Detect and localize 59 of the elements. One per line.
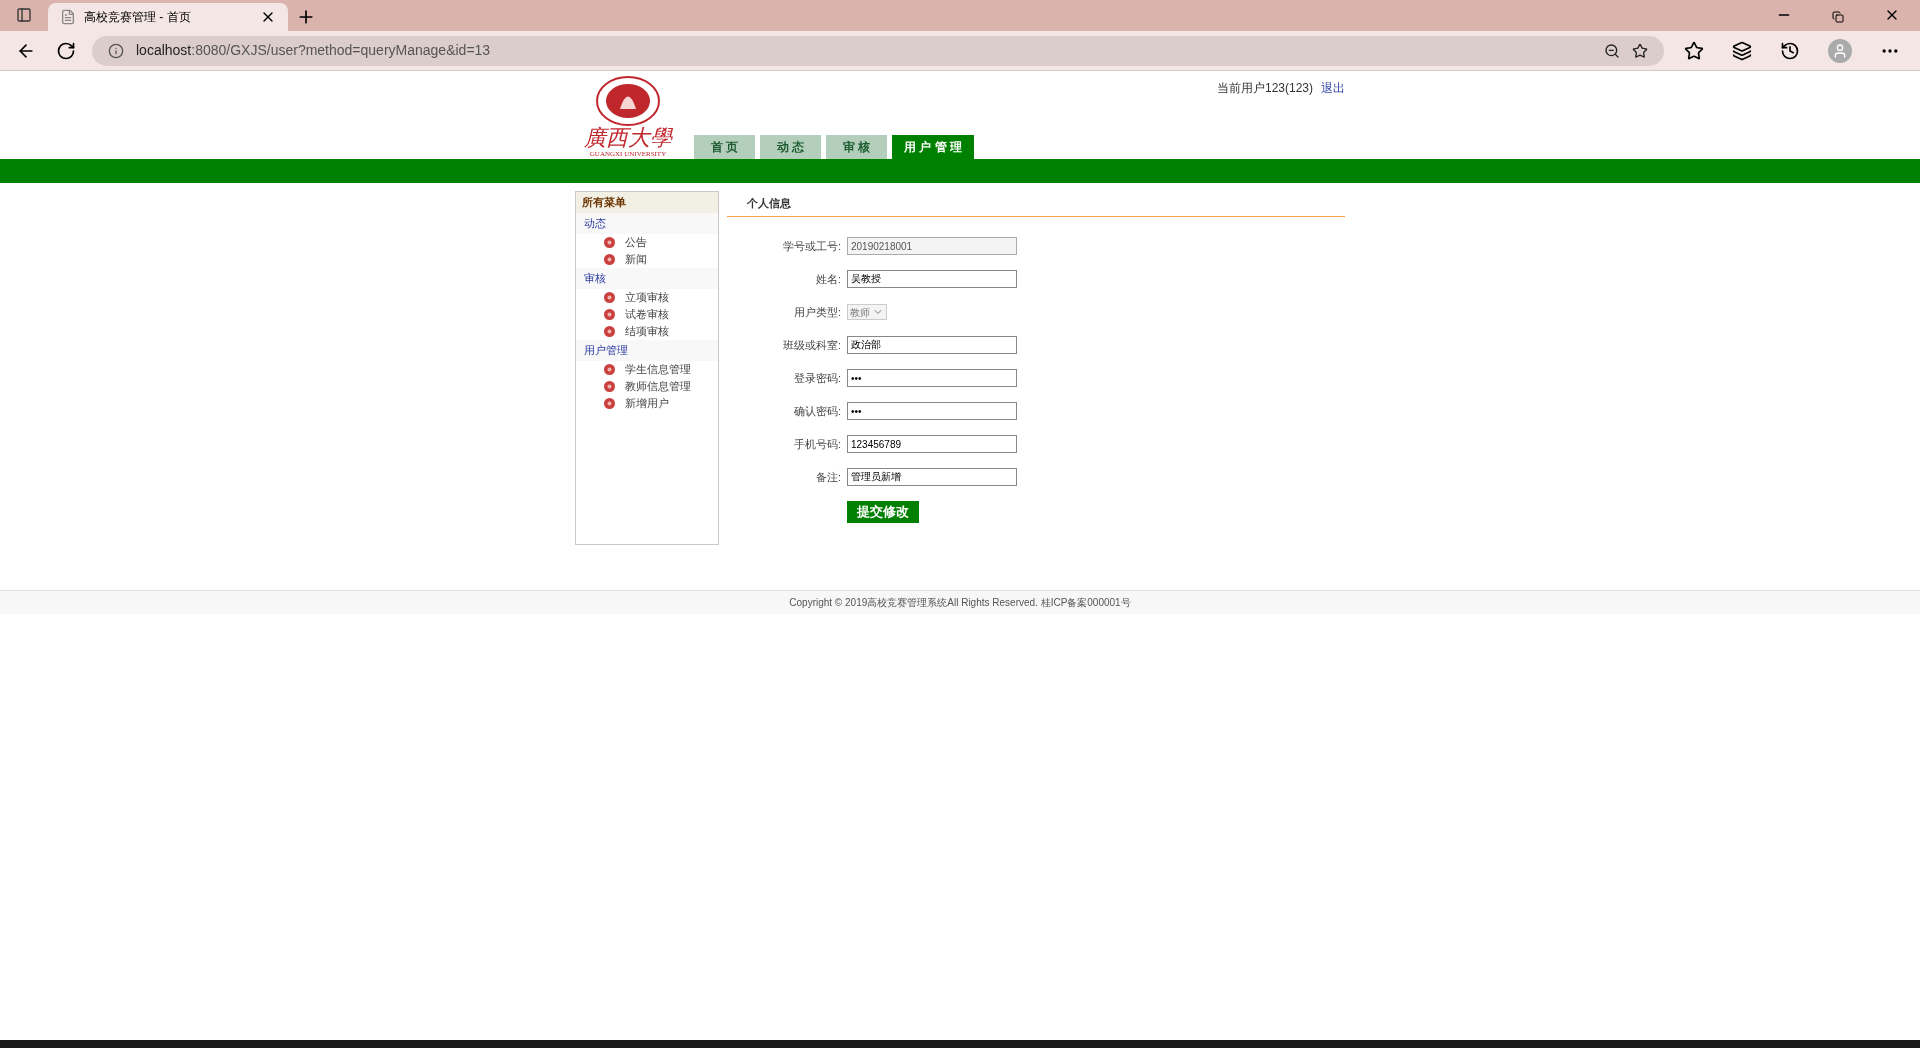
- sidebar-title: 所有菜单: [576, 192, 718, 213]
- field-label: 用户类型:: [792, 304, 842, 320]
- bullet-icon: [604, 381, 615, 392]
- menu-item[interactable]: 新闻: [625, 251, 647, 268]
- emblem-icon: [596, 76, 660, 126]
- submit-button[interactable]: 提交修改: [847, 501, 919, 523]
- info-icon: [108, 42, 124, 59]
- menu-group[interactable]: 用户管理: [576, 340, 718, 361]
- field-label: 学号或工号:: [781, 238, 842, 254]
- nav-tab[interactable]: 审 核: [826, 135, 887, 159]
- bullet-icon: [604, 326, 615, 337]
- bullet-icon: [604, 364, 615, 375]
- bullet-icon: [604, 398, 615, 409]
- url-text: localhost:8080/GXJS/user?method=queryManage&id=13: [136, 41, 492, 60]
- field-label: 确认密码:: [792, 403, 842, 419]
- nav-tab[interactable]: 首 页: [694, 135, 755, 159]
- menu-item[interactable]: 学生信息管理: [625, 361, 691, 378]
- input-field[interactable]: 政治部: [847, 336, 1017, 354]
- menu-item[interactable]: 公告: [625, 234, 647, 251]
- tab-title: 高校竞赛管理 - 首页: [84, 9, 192, 26]
- field-label: 备注:: [814, 469, 842, 485]
- input-field[interactable]: 吴教授: [847, 270, 1017, 288]
- menu-group[interactable]: 动态: [576, 213, 718, 234]
- field-label: 登录密码:: [792, 370, 842, 386]
- zoom-out-icon[interactable]: [1604, 42, 1620, 59]
- bullet-icon: [604, 237, 615, 248]
- nav-tab[interactable]: 动 态: [760, 135, 821, 159]
- logo-text: 廣西大學: [584, 126, 672, 150]
- field-label: 班级或科室:: [781, 337, 842, 353]
- field-label: 姓名:: [814, 271, 842, 287]
- reload-icon[interactable]: [56, 40, 76, 61]
- menu-item[interactable]: 结项审核: [625, 323, 669, 340]
- nav-tab[interactable]: 用 户 管 理: [892, 135, 974, 159]
- browser-tab[interactable]: 高校竞赛管理 - 首页: [48, 3, 288, 31]
- bullet-icon: [604, 254, 615, 265]
- menu-item[interactable]: 立项审核: [625, 289, 669, 306]
- restore-icon[interactable]: [1832, 11, 1844, 23]
- field-label: 手机号码:: [792, 436, 842, 452]
- address-bar[interactable]: localhost:8080/GXJS/user?method=queryManage&id=13: [92, 35, 1664, 66]
- input-field[interactable]: •••: [847, 402, 1017, 420]
- input-field[interactable]: 管理员新增: [847, 468, 1017, 486]
- menu-group[interactable]: 审核: [576, 268, 718, 289]
- current-user: 当前用户123(123): [1216, 80, 1313, 97]
- sidebar-toggle-icon[interactable]: [16, 7, 32, 23]
- panel-title: 个人信息: [747, 196, 791, 212]
- bullet-icon: [604, 292, 615, 303]
- copyright-text: Copyright © 2019高校竞赛管理系统All Rights Reserved. 桂ICP备案000001号: [789, 596, 1131, 610]
- history-icon[interactable]: [1780, 40, 1800, 61]
- bullet-icon: [604, 309, 615, 320]
- menu-item[interactable]: 试卷审核: [625, 306, 669, 323]
- favorites-icon[interactable]: [1684, 40, 1704, 61]
- menu-item[interactable]: 新增用户: [625, 395, 669, 412]
- logout-link[interactable]: 退出: [1321, 79, 1345, 97]
- input-field[interactable]: 123456789: [847, 435, 1017, 453]
- menu-item[interactable]: 教师信息管理: [625, 378, 691, 395]
- favorite-icon[interactable]: [1632, 42, 1648, 59]
- collections-icon[interactable]: [1732, 40, 1752, 61]
- input-field[interactable]: •••: [847, 369, 1017, 387]
- page-icon: [60, 9, 76, 25]
